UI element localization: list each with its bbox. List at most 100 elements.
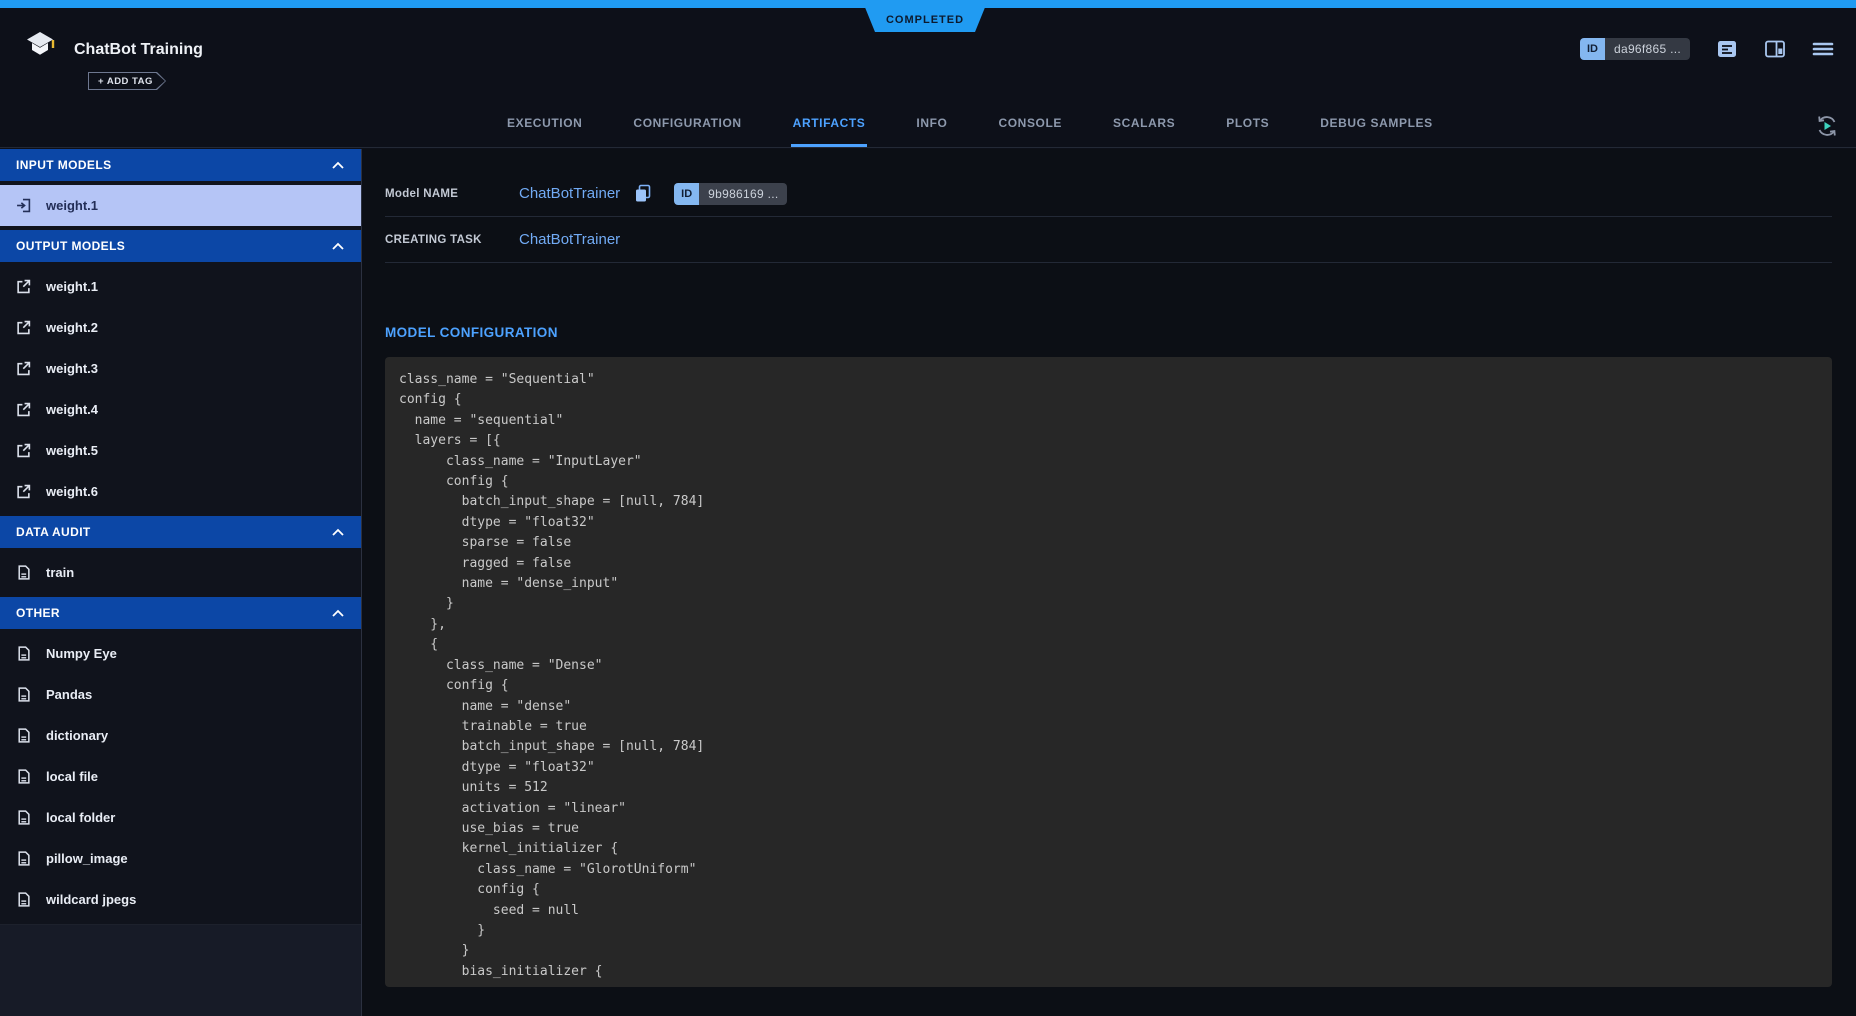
page-title: ChatBot Training [74,41,203,59]
input-models-list: weight.1 [0,181,361,230]
model-id-badge[interactable]: ID 9b986169 ... [674,183,787,205]
split-view-icon[interactable] [1764,39,1786,59]
model-name-label: Model NAME [385,188,519,200]
file-icon [16,810,31,825]
file-icon [16,687,31,702]
output-model-icon [16,320,31,335]
header-actions: ID da96f865 ... [1580,38,1834,60]
chevron-up-icon [331,528,345,537]
id-chip: ID [674,183,699,205]
auto-refresh-icon[interactable] [1814,113,1840,139]
file-icon [16,728,31,743]
model-name-row: Model NAME ChatBotTrainer ID 9b986169 ..… [385,171,1832,217]
other-list: Numpy Eye Pandas dictionary local file l… [0,629,361,924]
add-tag-button[interactable]: + ADD TAG [88,72,166,90]
sidebar-item-weight-1-output[interactable]: weight.1 [0,266,361,307]
sidebar-item-weight-1-input[interactable]: weight.1 [0,185,361,226]
item-label: weight.2 [46,320,98,335]
file-icon [16,851,31,866]
artifact-detail-panel: Model NAME ChatBotTrainer ID 9b986169 ..… [362,149,1856,1016]
output-model-icon [16,484,31,499]
chevron-up-icon [331,242,345,251]
sidebar-section-output-models[interactable]: OUTPUT MODELS [0,230,361,262]
tab-scalars[interactable]: SCALARS [1111,116,1177,147]
output-model-icon [16,443,31,458]
sidebar-item-weight-6-output[interactable]: weight.6 [0,471,361,512]
output-model-icon [16,279,31,294]
copy-icon[interactable] [634,184,652,203]
model-configuration-code: class_name = "Sequential" config { name … [399,370,1808,982]
file-icon [16,892,31,907]
model-configuration-code-block[interactable]: class_name = "Sequential" config { name … [385,357,1832,987]
section-title: INPUT MODELS [16,158,111,172]
chevron-up-icon [331,161,345,170]
item-label: weight.1 [46,279,98,294]
creating-task-label: CREATING TASK [385,234,519,246]
sidebar-item-wildcard-jpegs[interactable]: wildcard jpegs [0,879,361,920]
sidebar-item-pillow-image[interactable]: pillow_image [0,838,361,879]
sidebar-item-numpy-eye[interactable]: Numpy Eye [0,633,361,674]
sidebar-item-dictionary[interactable]: dictionary [0,715,361,756]
tab-artifacts[interactable]: ARTIFACTS [791,116,868,147]
item-label: local folder [46,810,115,825]
file-icon [16,565,31,580]
model-configuration-title: MODEL CONFIGURATION [385,325,1832,340]
sidebar-item-weight-5-output[interactable]: weight.5 [0,430,361,471]
tab-debug-samples[interactable]: DEBUG SAMPLES [1318,116,1434,147]
data-audit-list: train [0,548,361,597]
sidebar-item-local-file[interactable]: local file [0,756,361,797]
item-label: weight.1 [46,198,98,213]
item-label: wildcard jpegs [46,892,136,907]
add-tag-label: + ADD TAG [98,76,153,87]
tab-console[interactable]: CONSOLE [996,116,1064,147]
tab-info[interactable]: INFO [914,116,949,147]
item-label: train [46,565,74,580]
item-label: local file [46,769,98,784]
status-badge: COMPLETED [862,0,988,32]
item-label: weight.6 [46,484,98,499]
model-id-value: 9b986169 ... [699,183,787,205]
sidebar-item-train[interactable]: train [0,552,361,593]
item-label: dictionary [46,728,108,743]
output-model-icon [16,402,31,417]
sidebar-item-weight-2-output[interactable]: weight.2 [0,307,361,348]
app-window: COMPLETED ChatBot Training + ADD TAG ID … [0,0,1856,1016]
tab-configuration[interactable]: CONFIGURATION [631,116,743,147]
sidebar-item-weight-4-output[interactable]: weight.4 [0,389,361,430]
tab-execution[interactable]: EXECUTION [505,116,584,147]
experiment-id-badge[interactable]: ID da96f865 ... [1580,38,1690,60]
output-models-list: weight.1 weight.2 weight.3 weight.4 weig… [0,262,361,516]
content-layout: INPUT MODELS weight.1 OUTPUT MODELS weig… [0,149,1856,1016]
sidebar-filler [0,924,361,1016]
output-model-icon [16,361,31,376]
creating-task-link[interactable]: ChatBotTrainer [519,231,620,248]
experiment-id-value: da96f865 ... [1605,38,1690,60]
input-model-icon [16,198,31,213]
sidebar-item-weight-3-output[interactable]: weight.3 [0,348,361,389]
sidebar-section-other[interactable]: OTHER [0,597,361,629]
item-label: weight.4 [46,402,98,417]
model-logo-icon [22,30,58,67]
sidebar-section-input-models[interactable]: INPUT MODELS [0,149,361,181]
item-label: weight.3 [46,361,98,376]
menu-icon[interactable] [1812,40,1834,58]
sidebar-item-pandas[interactable]: Pandas [0,674,361,715]
sidebar-section-data-audit[interactable]: DATA AUDIT [0,516,361,548]
details-panel-icon[interactable] [1716,39,1738,59]
tab-bar: EXECUTION CONFIGURATION ARTIFACTS INFO C… [505,116,1435,147]
section-title: DATA AUDIT [16,525,91,539]
id-chip: ID [1580,38,1605,60]
file-icon [16,769,31,784]
status-badge-label: COMPLETED [886,14,964,26]
creating-task-row: CREATING TASK ChatBotTrainer [385,217,1832,263]
chevron-up-icon [331,609,345,618]
artifacts-sidebar: INPUT MODELS weight.1 OUTPUT MODELS weig… [0,149,362,1016]
tab-plots[interactable]: PLOTS [1224,116,1271,147]
model-name-link[interactable]: ChatBotTrainer [519,185,620,202]
item-label: pillow_image [46,851,128,866]
file-icon [16,646,31,661]
item-label: Numpy Eye [46,646,117,661]
item-label: Pandas [46,687,92,702]
sidebar-item-local-folder[interactable]: local folder [0,797,361,838]
section-title: OTHER [16,606,60,620]
